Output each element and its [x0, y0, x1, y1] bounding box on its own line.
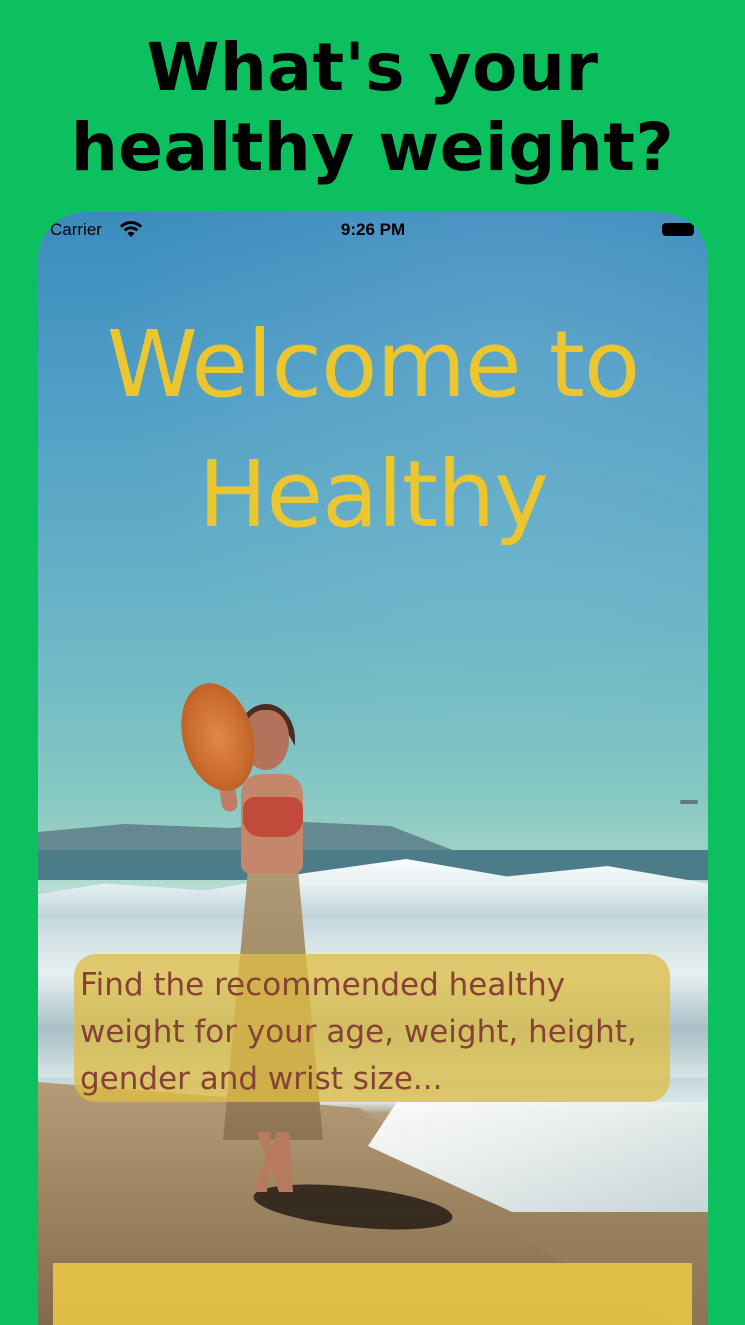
swim-top [243, 797, 303, 837]
seagull [680, 800, 698, 804]
welcome-title: Welcome to Healthy [106, 311, 640, 548]
promo-headline: What's your healthy weight? [70, 29, 675, 186]
phone-screen: Carrier 9:26 PM Welcome to Healthy Find … [38, 212, 708, 1325]
battery-icon [662, 223, 694, 236]
woman-on-beach-photo [169, 674, 363, 1202]
continue-button[interactable] [53, 1263, 692, 1325]
description-text: Find the recommended healthy weight for … [80, 967, 637, 1097]
description-card: Find the recommended healthy weight for … [74, 954, 670, 1102]
status-time: 9:26 PM [340, 220, 406, 239]
legs [253, 1132, 293, 1192]
status-bar: Carrier 9:26 PM [38, 212, 708, 248]
